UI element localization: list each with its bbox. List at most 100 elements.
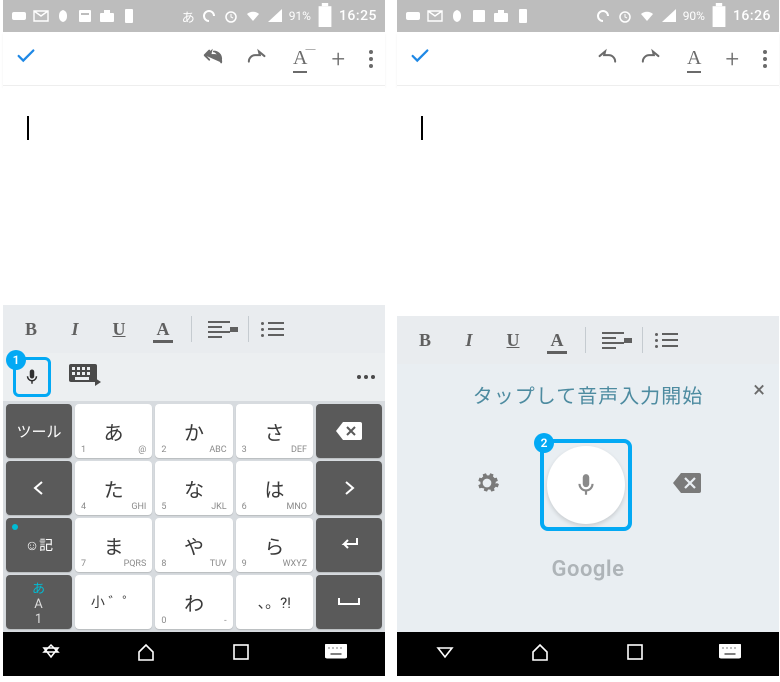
- key-sa[interactable]: さ3DEF: [236, 404, 313, 458]
- doc-toolbar: A— +: [3, 32, 385, 86]
- document-area[interactable]: [3, 86, 385, 305]
- align-button[interactable]: [198, 321, 242, 338]
- insert-button[interactable]: +: [331, 45, 345, 73]
- briefcase-icon: [493, 8, 509, 24]
- underline-button[interactable]: U: [97, 305, 141, 353]
- nav-home[interactable]: [136, 642, 156, 666]
- text-color-button[interactable]: A: [141, 305, 185, 353]
- screenshot-right: 90% 16:26 A + B I U A: [397, 0, 779, 676]
- overflow-menu[interactable]: [763, 50, 767, 68]
- italic-button[interactable]: I: [447, 316, 491, 364]
- key-small[interactable]: 小 ゛゜: [75, 575, 152, 629]
- divider: [585, 327, 586, 353]
- settings-button[interactable]: [474, 470, 500, 500]
- key-backspace[interactable]: [316, 404, 382, 458]
- status-bar: あ 91% 16:25: [3, 0, 385, 32]
- battery-text: 91%: [289, 9, 311, 23]
- clock-text: 16:26: [733, 8, 771, 24]
- sync-icon: [595, 8, 611, 24]
- google-logo: Google: [552, 557, 625, 582]
- status-bar: 90% 16:26: [397, 0, 779, 32]
- divider: [248, 316, 249, 342]
- overflow-menu[interactable]: [369, 50, 373, 68]
- key-na[interactable]: な5JKL: [155, 461, 232, 515]
- backspace-button[interactable]: [672, 472, 702, 498]
- list-button[interactable]: [255, 322, 299, 337]
- format-bar: B I U A: [3, 305, 385, 353]
- nav-home[interactable]: [530, 642, 550, 666]
- text-format-button[interactable]: A—: [293, 47, 307, 70]
- list-button[interactable]: [649, 333, 693, 348]
- done-button[interactable]: [15, 45, 37, 72]
- key-ra[interactable]: ら9WXYZ: [236, 518, 313, 572]
- voice-input-button[interactable]: 1: [13, 357, 51, 397]
- key-punct[interactable]: 、。?!: [236, 575, 313, 629]
- notif-icon: [405, 8, 421, 24]
- key-ha[interactable]: は6MNO: [236, 461, 313, 515]
- bold-button[interactable]: B: [403, 316, 447, 364]
- text-color-button[interactable]: A: [535, 316, 579, 364]
- close-button[interactable]: ×: [753, 378, 765, 403]
- italic-button[interactable]: I: [53, 305, 97, 353]
- nav-back[interactable]: [435, 642, 455, 666]
- key-ya[interactable]: や8TUV: [155, 518, 232, 572]
- briefcase-icon: [99, 8, 115, 24]
- format-bar: B I U A: [397, 316, 779, 364]
- mail-icon: [427, 8, 443, 24]
- step-callout: 1: [6, 350, 26, 370]
- key-emoji[interactable]: ☺記: [6, 518, 72, 572]
- nav-keyboard[interactable]: [719, 644, 741, 664]
- key-tool[interactable]: ツール: [6, 404, 72, 458]
- calendar-icon: [77, 8, 93, 24]
- phone-icon: [121, 8, 137, 24]
- app-icon: [55, 8, 71, 24]
- mic-button[interactable]: 2: [540, 439, 632, 531]
- phone-icon: [515, 8, 531, 24]
- key-right[interactable]: [316, 461, 382, 515]
- document-area[interactable]: [397, 86, 779, 316]
- battery-text: 90%: [683, 9, 705, 23]
- screenshot-left: あ 91% 16:25 A— +: [3, 0, 385, 676]
- undo-button[interactable]: [595, 46, 617, 72]
- divider: [642, 327, 643, 353]
- text-cursor: [27, 116, 29, 140]
- bold-button[interactable]: B: [9, 305, 53, 353]
- redo-button[interactable]: [247, 46, 269, 72]
- ime-more[interactable]: [357, 375, 375, 379]
- underline-button[interactable]: U: [491, 316, 535, 364]
- alarm-icon: [617, 8, 633, 24]
- text-format-button[interactable]: A: [687, 47, 701, 70]
- keyboard-select-icon[interactable]: [69, 364, 101, 390]
- nav-keyboard[interactable]: [325, 644, 347, 664]
- signal-icon: [661, 8, 677, 24]
- wifi-icon: [639, 8, 655, 24]
- divider: [191, 316, 192, 342]
- step-callout: 2: [534, 433, 554, 453]
- undo-button[interactable]: [201, 46, 223, 72]
- text-cursor: [421, 116, 423, 140]
- key-a[interactable]: あ1@: [75, 404, 152, 458]
- ime-toolbar: 1: [3, 353, 385, 401]
- key-left[interactable]: [6, 461, 72, 515]
- wifi-icon: [245, 8, 261, 24]
- align-button[interactable]: [592, 332, 636, 349]
- alarm-icon: [223, 8, 239, 24]
- nav-recent[interactable]: [626, 643, 644, 665]
- nav-recent[interactable]: [232, 643, 250, 665]
- key-enter[interactable]: [316, 518, 382, 572]
- key-mode[interactable]: あA1: [6, 575, 72, 629]
- key-wa[interactable]: わ0-: [155, 575, 232, 629]
- key-ka[interactable]: か2ABC: [155, 404, 232, 458]
- key-ta[interactable]: た4GHI: [75, 461, 152, 515]
- doc-toolbar: A +: [397, 32, 779, 86]
- battery-icon: [317, 8, 333, 24]
- key-ma[interactable]: ま7PQRS: [75, 518, 152, 572]
- nav-back[interactable]: [41, 642, 61, 666]
- voice-input-panel: × タップして音声入力開始 2 Google: [397, 364, 779, 632]
- key-space[interactable]: [316, 575, 382, 629]
- done-button[interactable]: [409, 45, 431, 72]
- insert-button[interactable]: +: [725, 45, 739, 73]
- app-icon: [449, 8, 465, 24]
- signal-icon: [267, 8, 283, 24]
- redo-button[interactable]: [641, 46, 663, 72]
